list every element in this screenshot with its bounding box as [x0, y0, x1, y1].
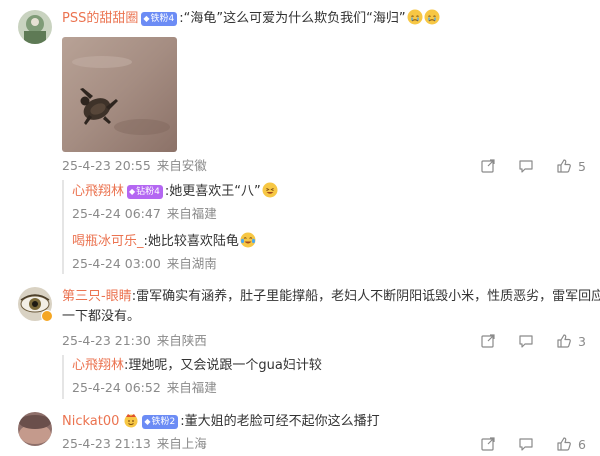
like-count: 6	[578, 436, 586, 452]
reply-thread-bar	[62, 355, 64, 399]
comment-actions: 6	[458, 436, 586, 452]
reply-item: 心飛翔林:理她呢，又会说跟一个gua妇计较	[72, 357, 322, 375]
username[interactable]: Nickat00	[62, 414, 119, 429]
share-icon[interactable]	[480, 158, 496, 174]
timestamp: 25-4-24 03:00	[72, 256, 161, 271]
reply-item: 喝瓶冰可乐_:她比较喜欢陆龟	[72, 232, 256, 251]
timestamp: 25-4-24 06:47	[72, 206, 161, 221]
fan-badge: ◆钻粉4	[127, 185, 163, 199]
username[interactable]: 第三只-眼睛	[62, 289, 132, 304]
comment-meta: 25-4-23 20:55 来自安徽	[62, 158, 207, 174]
username[interactable]: PSS的甜甜圈	[62, 11, 138, 26]
location: 来自上海	[156, 436, 207, 451]
comment-actions: 5	[458, 158, 586, 174]
comment-text: :雷军确实有涵养，肚子里能撑船，老妇人不断阴阳诋毁小米，性质恶劣，雷军回应	[131, 289, 600, 304]
cry-emoji-icon	[407, 9, 423, 25]
laugh-cry-emoji-icon	[240, 232, 256, 248]
comment-text: 一下都没有。	[62, 309, 141, 324]
location: 来自福建	[166, 380, 217, 395]
timestamp: 25-4-23 21:13	[62, 436, 151, 451]
comment-image[interactable]	[62, 37, 177, 152]
comment-meta: 25-4-23 21:30 来自陕西	[62, 333, 207, 349]
verified-badge-icon	[41, 310, 53, 322]
fan-badge: ◆铁粉2	[142, 415, 179, 429]
thumbs-up-icon[interactable]	[556, 333, 572, 349]
cry-emoji-icon	[424, 9, 440, 25]
location: 来自福建	[166, 206, 217, 221]
comment-header: 第三只-眼睛:雷军确实有涵养，肚子里能撑船，老妇人不断阴阳诋毁小米，性质恶劣，雷…	[62, 288, 600, 306]
thumbs-up-icon[interactable]	[556, 436, 572, 452]
comment-icon[interactable]	[518, 333, 534, 349]
grin-emoji-icon	[262, 182, 278, 198]
timestamp: 25-4-23 20:55	[62, 158, 151, 173]
fan-badge: ◆铁粉4	[141, 12, 178, 26]
reply-meta: 25-4-24 06:47 来自福建	[72, 206, 217, 222]
reply-text: :她更喜欢王“八”	[164, 184, 261, 199]
share-icon[interactable]	[480, 333, 496, 349]
username[interactable]: 心飛翔林	[72, 358, 124, 373]
timestamp: 25-4-24 06:52	[72, 380, 161, 395]
reply-text: :理她呢，又会说跟一个gua妇计较	[124, 358, 322, 373]
comment-header: Nickat00 ◆铁粉2:董大姐的老脸可经不起你这么播打	[62, 412, 380, 431]
username[interactable]: 喝瓶冰可乐_	[72, 234, 144, 249]
timestamp: 25-4-23 21:30	[62, 333, 151, 348]
comment-text: :董大姐的老脸可经不起你这么播打	[180, 414, 380, 429]
location: 来自陕西	[156, 333, 207, 348]
location: 来自安徽	[156, 158, 207, 173]
reply-text: :她比较喜欢陆龟	[143, 234, 239, 249]
username[interactable]: 心飛翔林	[72, 184, 124, 199]
reply-thread-bar	[62, 180, 64, 274]
thumbs-up-icon[interactable]	[556, 158, 572, 174]
avatar[interactable]	[18, 10, 52, 44]
reply-meta: 25-4-24 06:52 来自福建	[72, 380, 217, 396]
comment-header: PSS的甜甜圈 ◆铁粉4:“海龟”这么可爱为什么欺负我们“海归”	[62, 9, 440, 28]
like-count: 5	[578, 158, 586, 174]
comment-actions: 3	[458, 333, 586, 349]
like-count: 3	[578, 333, 586, 349]
reply-meta: 25-4-24 03:00 来自湖南	[72, 256, 217, 272]
crown-emoji-icon	[123, 412, 139, 428]
comment-meta: 25-4-23 21:13 来自上海	[62, 436, 207, 452]
location: 来自湖南	[166, 256, 217, 271]
comment-text: :“海龟”这么可爱为什么欺负我们“海归”	[179, 11, 406, 26]
avatar[interactable]	[18, 412, 52, 446]
share-icon[interactable]	[480, 436, 496, 452]
reply-item: 心飛翔林 ◆钻粉4:她更喜欢王“八”	[72, 182, 278, 201]
comment-text-continued: 一下都没有。	[62, 308, 140, 326]
comment-icon[interactable]	[518, 436, 534, 452]
comment-icon[interactable]	[518, 158, 534, 174]
